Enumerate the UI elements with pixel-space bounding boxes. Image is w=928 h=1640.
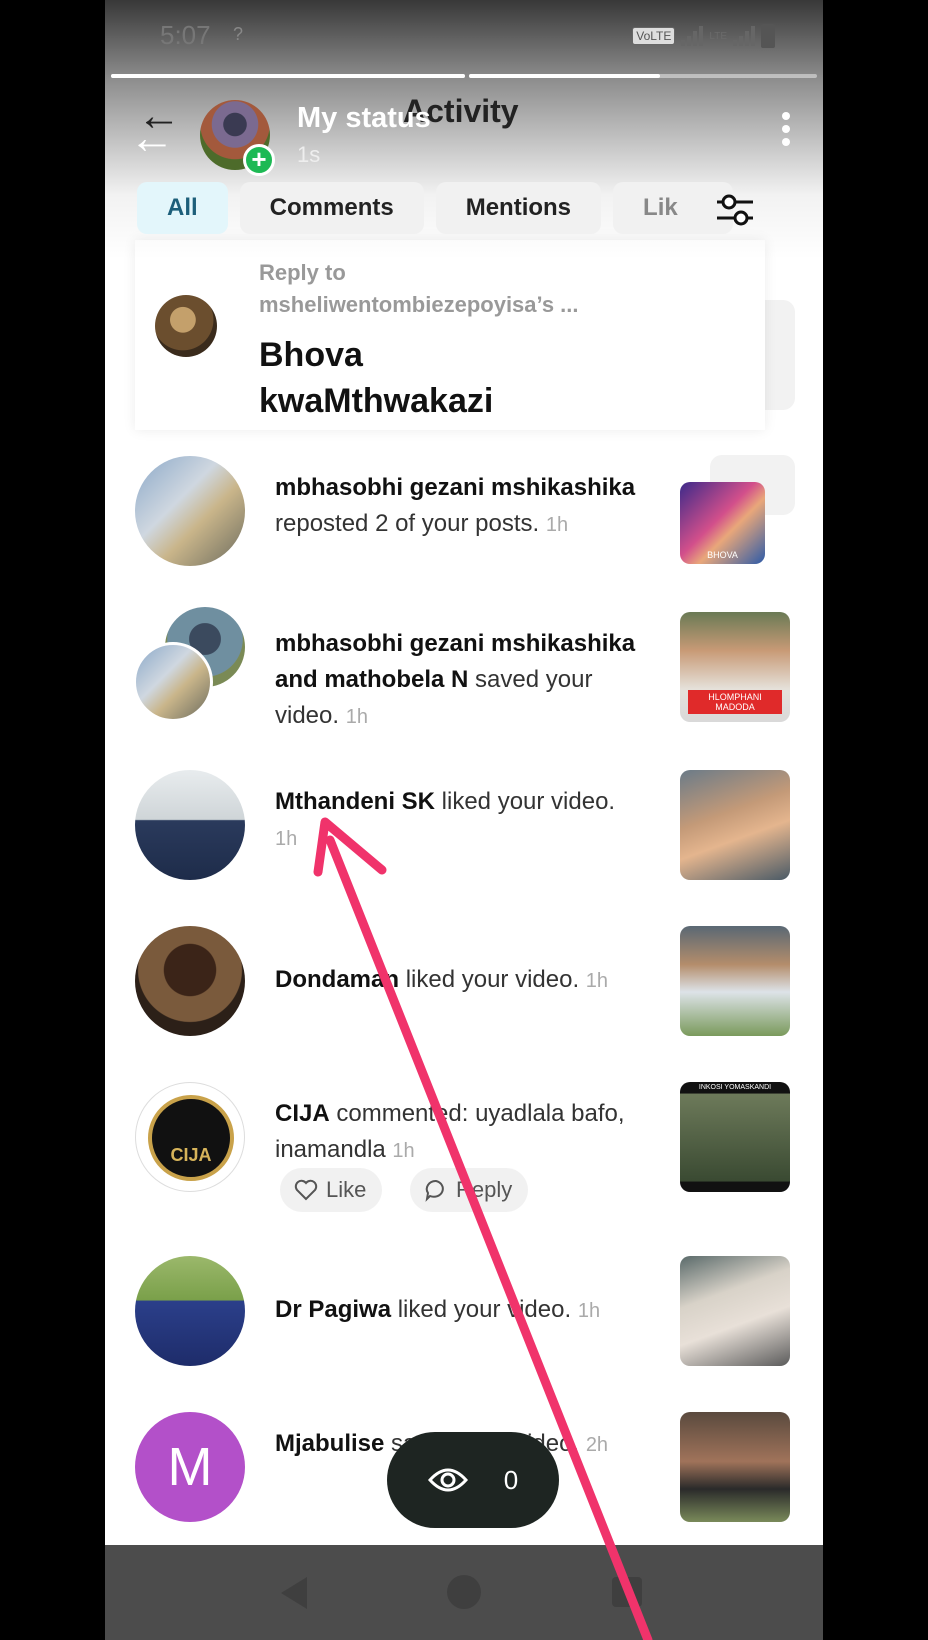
post-thumbnail[interactable] xyxy=(680,1412,790,1522)
like-label: Like xyxy=(326,1177,367,1202)
avatar[interactable]: CIJA xyxy=(135,1082,245,1192)
nav-back-icon[interactable] xyxy=(281,1577,307,1609)
eye-icon xyxy=(427,1468,468,1492)
like-button[interactable]: Like xyxy=(280,1168,383,1212)
list-item[interactable]: Mthandeni SK liked your video. 1h xyxy=(105,770,823,910)
nav-home-icon[interactable] xyxy=(447,1575,481,1609)
status-progress-bar xyxy=(469,74,817,78)
signal-icon xyxy=(733,26,755,46)
progress-fill xyxy=(469,74,661,78)
reply-text: Bhova kwaMthwakazi xyxy=(259,336,494,420)
thumbnail-caption: HLOMPHANI MADODA xyxy=(688,690,782,714)
post-thumbnail[interactable]: BHOVA xyxy=(680,482,765,564)
status-progress-bar xyxy=(111,74,465,78)
lte-label: LTE xyxy=(709,30,727,42)
heart-icon xyxy=(294,1179,318,1201)
status-elapsed: 1s xyxy=(297,142,321,167)
activity-text: CIJA commented: uyadlala bafo, inamandla… xyxy=(275,1100,625,1163)
list-item[interactable]: Dr Pagiwa liked your video. 1h xyxy=(105,1256,823,1396)
post-thumbnail[interactable] xyxy=(680,770,790,880)
plus-icon[interactable]: + xyxy=(243,144,275,176)
system-status-bar: 5:07 ? VoLTE LTE xyxy=(105,0,823,70)
list-item[interactable]: mbhasobhi gezani mshikashika reposted 2 o… xyxy=(105,456,823,596)
avatar[interactable] xyxy=(133,642,213,722)
speech-bubble-icon xyxy=(425,1179,444,1202)
activity-text: Mthandeni SK liked your video. 1h xyxy=(275,788,616,850)
nav-recents-icon[interactable] xyxy=(612,1577,642,1607)
activity-text: mbhasobhi gezani mshikashika and mathobel… xyxy=(275,630,636,729)
reply-label: Reply to xyxy=(259,260,346,285)
tab-mentions[interactable]: Mentions xyxy=(435,182,602,234)
reply-label: Reply xyxy=(456,1177,513,1202)
arrow-left-icon[interactable]: ← xyxy=(129,114,175,160)
sliders-icon[interactable] xyxy=(715,192,755,228)
clock: 5:07 xyxy=(160,20,211,50)
status-title: My status xyxy=(297,102,431,134)
system-nav-bar xyxy=(105,1545,823,1640)
volte-badge: VoLTE xyxy=(632,27,676,45)
avatar[interactable] xyxy=(135,770,245,880)
avatar xyxy=(155,295,217,357)
reply-target[interactable]: msheliwentombiezepoyisa’s ... xyxy=(259,292,579,318)
post-thumbnail[interactable] xyxy=(680,926,790,1036)
tab-all[interactable]: All xyxy=(137,182,228,234)
list-item[interactable]: Dondaman liked your video. 1h xyxy=(105,926,823,1066)
view-count: 0 xyxy=(503,1464,519,1495)
avatar[interactable] xyxy=(135,926,245,1036)
signal-icon xyxy=(681,26,704,46)
thumbnail-caption: BHOVA xyxy=(707,550,738,560)
avatar[interactable] xyxy=(135,456,245,566)
activity-text: Dr Pagiwa liked your video. 1h xyxy=(275,1296,601,1323)
status-header: ← Activity ← + My status 1s xyxy=(105,88,823,178)
thumbnail-caption: INKOSI YOMASKANDI xyxy=(698,1084,772,1091)
reply-button[interactable]: Reply xyxy=(410,1168,529,1212)
list-item[interactable]: mbhasobhi gezani mshikashika and mathobel… xyxy=(105,607,823,752)
avatar-logo-text: CIJA xyxy=(170,1145,212,1165)
tab-comments[interactable]: Comments xyxy=(239,182,424,234)
post-thumbnail[interactable]: HLOMPHANI MADODA xyxy=(680,612,790,722)
system-indicators: VoLTE LTE xyxy=(632,24,775,48)
network-unknown-icon: ? xyxy=(233,24,244,44)
reply-card[interactable]: Reply to msheliwentombiezepoyisa’s ... B… xyxy=(135,240,765,430)
progress-fill xyxy=(111,74,465,78)
battery-icon xyxy=(761,24,775,48)
post-thumbnail[interactable]: INKOSI YOMASKANDI xyxy=(680,1082,790,1192)
post-thumbnail[interactable] xyxy=(680,1256,790,1366)
list-item[interactable]: CIJA CIJA commented: uyadlala bafo, inam… xyxy=(105,1082,823,1262)
activity-tabs: All Comments Mentions Lik xyxy=(137,182,734,234)
avatar[interactable] xyxy=(135,1256,245,1366)
activity-text: Dondaman liked your video. 1h xyxy=(275,966,609,993)
avatar-letter: M xyxy=(167,1437,213,1497)
status-viewer-screen: All Comments Mentions Lik Reply to mshel… xyxy=(105,0,823,1640)
avatar[interactable]: M xyxy=(135,1412,245,1522)
activity-text: mbhasobhi gezani mshikashika reposted 2 o… xyxy=(275,474,636,537)
view-count-button[interactable]: 0 xyxy=(387,1432,559,1528)
more-vertical-icon[interactable] xyxy=(781,112,791,152)
